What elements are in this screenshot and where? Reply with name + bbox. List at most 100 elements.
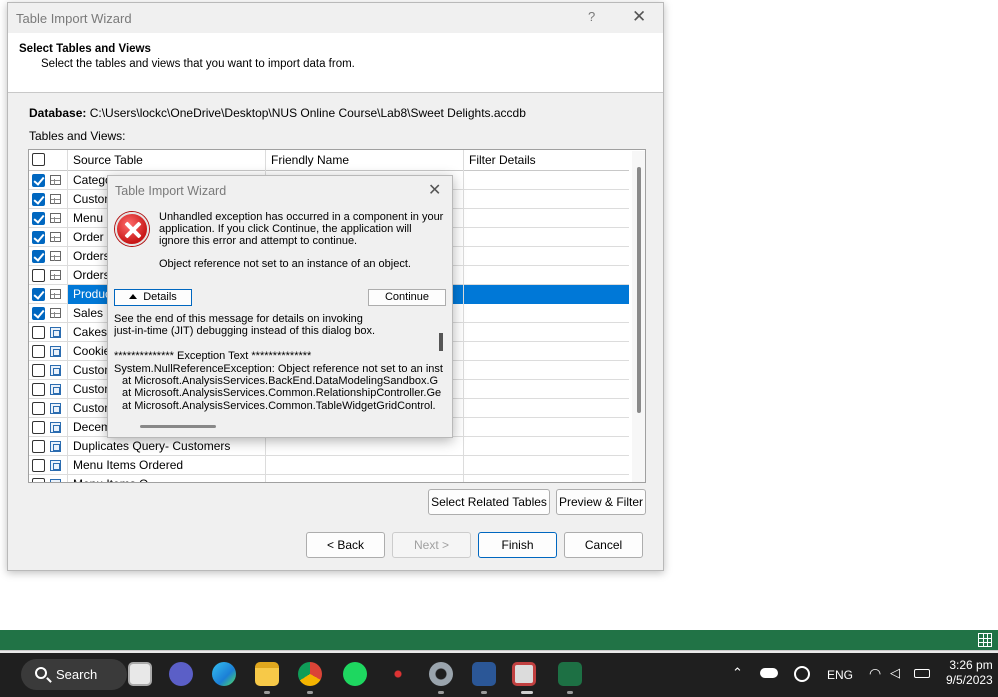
column-friendly-name[interactable]: Friendly Name bbox=[265, 150, 463, 171]
grid-scroll-thumb[interactable] bbox=[637, 167, 641, 413]
cancel-button[interactable]: Cancel bbox=[564, 532, 643, 558]
row-checkbox-cell[interactable] bbox=[29, 418, 47, 437]
filter-details-cell[interactable] bbox=[463, 456, 629, 475]
wizard-titlebar[interactable]: Table Import Wizard ? ✕ bbox=[8, 3, 663, 33]
table-row[interactable]: Menu Items Ordered bbox=[29, 456, 629, 475]
row-checkbox[interactable] bbox=[32, 269, 45, 282]
details-button[interactable]: Details bbox=[114, 289, 192, 306]
details-horizontal-scrollbar[interactable] bbox=[140, 425, 216, 428]
show-hidden-icons-chevron-icon[interactable]: ⌃ bbox=[732, 665, 743, 681]
row-checkbox-cell[interactable] bbox=[29, 247, 47, 266]
row-checkbox-cell[interactable] bbox=[29, 190, 47, 209]
row-checkbox-cell[interactable] bbox=[29, 380, 47, 399]
grid-vertical-scrollbar[interactable] bbox=[632, 151, 645, 482]
row-checkbox[interactable] bbox=[32, 231, 45, 244]
back-button[interactable]: < Back bbox=[306, 532, 385, 558]
filter-details-cell[interactable] bbox=[463, 266, 629, 285]
row-checkbox[interactable] bbox=[32, 288, 45, 301]
table-row[interactable]: Duplicates Query- Customers bbox=[29, 437, 629, 456]
row-checkbox-cell[interactable] bbox=[29, 304, 47, 323]
filter-details-cell[interactable] bbox=[463, 247, 629, 266]
volume-icon[interactable]: ◁ bbox=[890, 665, 900, 681]
filter-details-cell[interactable] bbox=[463, 209, 629, 228]
row-checkbox-cell[interactable] bbox=[29, 266, 47, 285]
continue-button[interactable]: Continue bbox=[368, 289, 446, 306]
filter-details-cell[interactable] bbox=[463, 342, 629, 361]
wifi-icon[interactable]: ◠ bbox=[869, 665, 881, 682]
row-checkbox[interactable] bbox=[32, 421, 45, 434]
taskbar-clock[interactable]: 3:26 pm 9/5/2023 bbox=[946, 658, 993, 688]
language-indicator[interactable]: ENG bbox=[827, 668, 853, 682]
filter-details-cell[interactable] bbox=[463, 418, 629, 437]
filter-details-cell[interactable] bbox=[463, 228, 629, 247]
row-checkbox-cell[interactable] bbox=[29, 285, 47, 304]
friendly-name-cell[interactable] bbox=[265, 437, 463, 456]
file-explorer-icon[interactable] bbox=[255, 662, 279, 686]
taskbar-search[interactable]: Search bbox=[21, 659, 127, 690]
source-table-cell[interactable]: Menu Items Q bbox=[67, 475, 265, 482]
row-checkbox-cell[interactable] bbox=[29, 437, 47, 456]
filter-details-cell[interactable] bbox=[463, 190, 629, 209]
row-checkbox-cell[interactable] bbox=[29, 323, 47, 342]
friendly-name-cell[interactable] bbox=[265, 475, 463, 482]
row-checkbox[interactable] bbox=[32, 440, 45, 453]
preview-filter-button[interactable]: Preview & Filter bbox=[556, 489, 646, 515]
filter-details-cell[interactable] bbox=[463, 361, 629, 380]
word-icon[interactable] bbox=[472, 662, 496, 686]
row-checkbox[interactable] bbox=[32, 212, 45, 225]
row-checkbox[interactable] bbox=[32, 250, 45, 263]
row-checkbox[interactable] bbox=[32, 459, 45, 472]
snipping-tool-icon[interactable] bbox=[512, 662, 536, 686]
row-checkbox[interactable] bbox=[32, 364, 45, 377]
row-checkbox-cell[interactable] bbox=[29, 456, 47, 475]
row-checkbox[interactable] bbox=[32, 345, 45, 358]
next-button[interactable]: Next > bbox=[392, 532, 471, 558]
row-checkbox[interactable] bbox=[32, 383, 45, 396]
filter-details-cell[interactable] bbox=[463, 285, 629, 304]
row-checkbox[interactable] bbox=[32, 326, 45, 339]
sync-icon[interactable] bbox=[794, 666, 810, 682]
row-checkbox-cell[interactable] bbox=[29, 342, 47, 361]
friendly-name-cell[interactable] bbox=[265, 456, 463, 475]
finish-button[interactable]: Finish bbox=[478, 532, 557, 558]
help-button[interactable]: ? bbox=[588, 9, 595, 24]
row-checkbox[interactable] bbox=[32, 402, 45, 415]
row-checkbox-cell[interactable] bbox=[29, 475, 47, 482]
row-checkbox[interactable] bbox=[32, 193, 45, 206]
table-row[interactable]: Menu Items Q bbox=[29, 475, 629, 482]
source-table-cell[interactable]: Duplicates Query- Customers bbox=[67, 437, 265, 456]
spotify-icon[interactable] bbox=[343, 662, 367, 686]
app-icon[interactable] bbox=[386, 662, 410, 686]
filter-details-cell[interactable] bbox=[463, 380, 629, 399]
battery-icon[interactable] bbox=[914, 669, 930, 678]
source-table-cell[interactable]: Menu Items Ordered bbox=[67, 456, 265, 475]
filter-details-cell[interactable] bbox=[463, 304, 629, 323]
row-checkbox[interactable] bbox=[32, 174, 45, 187]
task-view-icon[interactable] bbox=[128, 662, 152, 686]
select-all-cell[interactable] bbox=[29, 150, 47, 171]
row-checkbox-cell[interactable] bbox=[29, 171, 47, 190]
filter-details-cell[interactable] bbox=[463, 475, 629, 482]
row-checkbox[interactable] bbox=[32, 478, 45, 482]
filter-details-cell[interactable] bbox=[463, 171, 629, 190]
close-icon[interactable]: ✕ bbox=[428, 180, 441, 200]
edge-icon[interactable] bbox=[212, 662, 236, 686]
chrome-icon[interactable] bbox=[298, 662, 322, 686]
onedrive-cloud-icon[interactable] bbox=[760, 668, 778, 678]
row-checkbox-cell[interactable] bbox=[29, 228, 47, 247]
column-source-table[interactable]: Source Table bbox=[67, 150, 265, 171]
teams-chat-icon[interactable] bbox=[169, 662, 193, 686]
details-scroll-thumb[interactable] bbox=[439, 333, 443, 351]
filter-details-cell[interactable] bbox=[463, 323, 629, 342]
normal-view-icon[interactable] bbox=[978, 633, 992, 647]
column-filter-details[interactable]: Filter Details bbox=[463, 150, 629, 171]
exception-details-text[interactable]: See the end of this message for details … bbox=[114, 313, 446, 429]
row-checkbox-cell[interactable] bbox=[29, 399, 47, 418]
close-icon[interactable]: ✕ bbox=[632, 7, 646, 27]
row-checkbox-cell[interactable] bbox=[29, 209, 47, 228]
settings-gear-icon[interactable] bbox=[429, 662, 453, 686]
select-related-tables-button[interactable]: Select Related Tables bbox=[428, 489, 550, 515]
filter-details-cell[interactable] bbox=[463, 399, 629, 418]
filter-details-cell[interactable] bbox=[463, 437, 629, 456]
row-checkbox[interactable] bbox=[32, 307, 45, 320]
